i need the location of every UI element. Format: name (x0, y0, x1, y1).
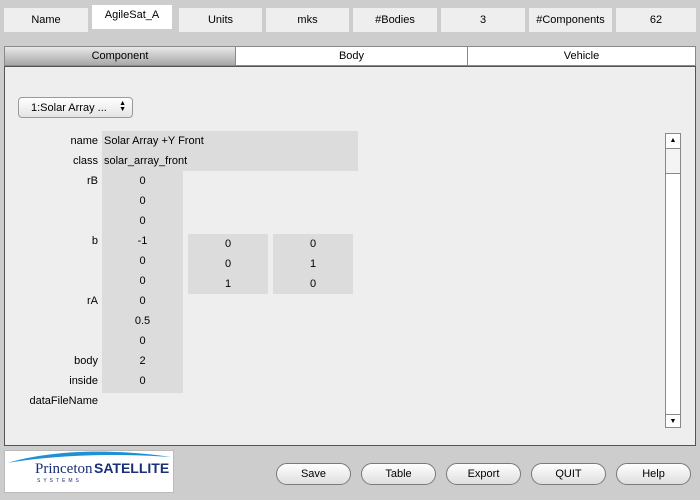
scroll-thumb[interactable] (666, 148, 680, 174)
tab-vehicle[interactable]: Vehicle (467, 46, 696, 66)
save-button[interactable]: Save (276, 463, 351, 485)
b-cell-1-0[interactable]: 0 (102, 251, 183, 271)
rA-cell-1[interactable]: 0.5 (102, 311, 183, 331)
body-field-label: body (74, 355, 98, 367)
bodies-value: 3 (441, 8, 525, 32)
bodies-label: #Bodies (353, 8, 437, 32)
updown-arrows-icon: ▲ ▼ (119, 100, 126, 113)
rA-label: rA (87, 295, 98, 307)
tab-body[interactable]: Body (235, 46, 468, 66)
b-cell-2-0[interactable]: 0 (102, 271, 183, 291)
name-label: Name (4, 8, 88, 32)
b-cell-0-2[interactable]: 0 (273, 234, 353, 254)
b-cell-0-0[interactable]: -1 (102, 231, 183, 251)
component-select[interactable]: 1:Solar Array ... ▲ ▼ (18, 97, 133, 118)
logo-word-satellite: SATELLITE (94, 460, 170, 476)
name-value: AgileSat_A (92, 5, 172, 29)
rB-cell-1[interactable]: 0 (102, 191, 183, 211)
body-field[interactable]: 2 (102, 351, 183, 371)
units-value: mks (266, 8, 349, 32)
b-cell-0-1[interactable]: 0 (188, 234, 268, 254)
logo-word-systems: SYSTEMS (37, 478, 82, 484)
scroll-down-arrow-icon[interactable]: ▼ (666, 414, 680, 427)
name-field[interactable]: Solar Array +Y Front (102, 131, 358, 151)
scroll-up-arrow-icon[interactable]: ▲ (666, 134, 680, 147)
name-field-label: name (70, 135, 98, 147)
tab-component[interactable]: Component (4, 46, 236, 66)
b-cell-1-1[interactable]: 0 (188, 254, 268, 274)
units-label: Units (179, 8, 262, 32)
component-select-value: 1:Solar Array ... (31, 101, 107, 114)
vertical-scrollbar[interactable]: ▲ ▼ (665, 133, 681, 428)
b-cell-2-2[interactable]: 0 (273, 274, 353, 294)
logo-word-princeton: Princeton (35, 461, 93, 477)
princeton-satellite-logo: Princeton SATELLITE SYSTEMS (4, 450, 174, 493)
rB-label: rB (87, 175, 98, 187)
quit-button[interactable]: QUIT (531, 463, 606, 485)
components-value: 62 (616, 8, 696, 32)
b-cell-2-1[interactable]: 1 (188, 274, 268, 294)
rA-cell-0[interactable]: 0 (102, 291, 183, 311)
help-button[interactable]: Help (616, 463, 691, 485)
inside-field-label: inside (69, 375, 98, 387)
class-field[interactable]: solar_array_front (102, 151, 358, 171)
b-cell-1-2[interactable]: 1 (273, 254, 353, 274)
rA-cell-2[interactable]: 0 (102, 331, 183, 351)
class-field-label: class (72, 155, 98, 167)
table-button[interactable]: Table (361, 463, 436, 485)
export-button[interactable]: Export (446, 463, 521, 485)
rB-cell-0[interactable]: 0 (102, 171, 183, 191)
datafile-field-label: dataFileName (29, 395, 98, 407)
components-label: #Components (529, 8, 612, 32)
b-label: b (91, 235, 98, 247)
inside-field[interactable]: 0 (102, 371, 183, 393)
rB-cell-2[interactable]: 0 (102, 211, 183, 231)
